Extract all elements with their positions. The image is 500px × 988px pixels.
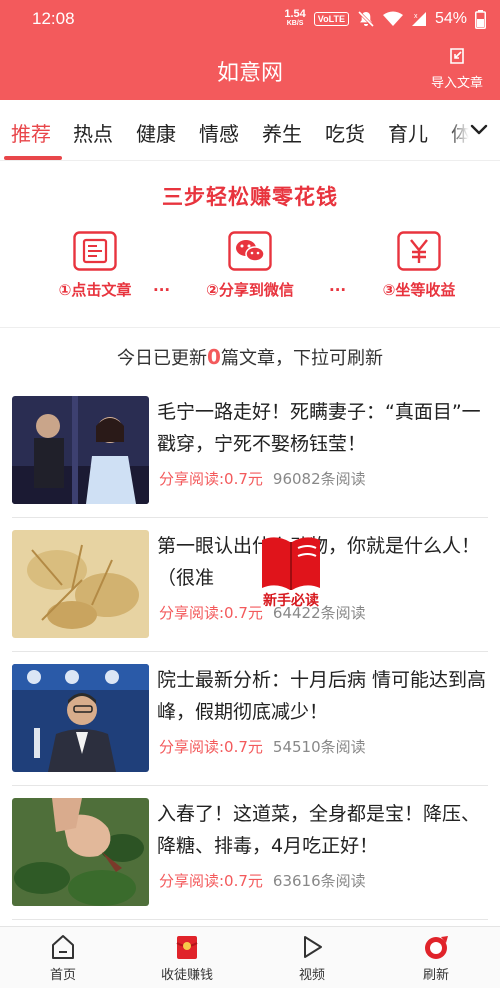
tab-foodie[interactable]: 吃货 bbox=[325, 118, 365, 147]
step-click-article: ①点击文章 bbox=[20, 231, 170, 300]
status-bar: 12:08 1.54 KB/S VoLTE x 54% bbox=[0, 0, 500, 38]
bottom-navigation: 首页 收徒赚钱 视频 刷新 bbox=[0, 926, 500, 988]
article-title: 入春了！这道菜，全身都是宝！降压、降糖、排毒，4月吃正好！ bbox=[157, 803, 481, 857]
wifi-icon bbox=[382, 11, 403, 26]
battery-percent: 54% bbox=[434, 10, 467, 27]
step-2-label: ②分享到微信 bbox=[206, 281, 294, 299]
nav-home-label: 首页 bbox=[49, 968, 76, 983]
article-item[interactable]: 入春了！这道菜，全身都是宝！降压、降糖、排毒，4月吃正好！ 分享阅读:0.7元 6… bbox=[0, 788, 500, 920]
app-title: 如意网 bbox=[216, 61, 283, 86]
network-speed: 1.54 KB/S bbox=[284, 8, 306, 28]
article-thumbnail bbox=[12, 664, 149, 772]
step-separator: ··· bbox=[153, 281, 171, 299]
divider bbox=[12, 651, 488, 652]
play-icon bbox=[304, 936, 322, 958]
nav-home[interactable]: 首页 bbox=[13, 933, 113, 983]
article-item[interactable]: 院士最新分析：十月后病 情可能达到高峰，假期彻底减少！ 分享阅读:0.7元 545… bbox=[0, 654, 500, 786]
nav-refresh-label: 刷新 bbox=[422, 968, 449, 983]
chevron-down-icon[interactable] bbox=[468, 118, 490, 140]
update-notice: 今日已更新0篇文章，下拉可刷新 bbox=[0, 328, 500, 386]
home-icon bbox=[52, 935, 74, 959]
network-speed-unit: KB/S bbox=[286, 20, 304, 27]
network-speed-value: 1.54 bbox=[284, 8, 306, 20]
book-icon bbox=[262, 537, 320, 590]
article-title: 院士最新分析：十月后病 情可能达到高峰，假期彻底减少！ bbox=[157, 669, 487, 723]
tab-recommend[interactable]: 推荐 bbox=[11, 118, 51, 147]
tab-wellness[interactable]: 养生 bbox=[262, 118, 302, 147]
article-item[interactable]: 第一眼认出什么动物，你就是什么人！（很准 分享阅读:0.7元 64422条阅读 bbox=[0, 520, 500, 652]
import-article-button[interactable]: 导入文章 bbox=[426, 46, 488, 91]
volte-icon: VoLTE bbox=[313, 12, 349, 26]
promo-title: 三步轻松赚零花钱 bbox=[162, 185, 338, 209]
update-count: 0 bbox=[207, 345, 221, 369]
newbie-guide-badge[interactable]: 新手必读 bbox=[254, 530, 328, 610]
article-thumbnail bbox=[12, 396, 149, 504]
nav-video-label: 视频 bbox=[298, 968, 325, 983]
update-notice-suffix: 篇文章，下拉可刷新 bbox=[220, 348, 383, 369]
red-envelope-icon bbox=[176, 936, 198, 959]
article-pay: 分享阅读:0.7元 bbox=[159, 470, 263, 488]
signal-icon: x bbox=[411, 12, 426, 26]
mute-icon bbox=[357, 10, 375, 28]
category-tabs: 推荐 热点 健康 情感 养生 吃货 育儿 体 bbox=[0, 100, 500, 160]
step-1-label: ①点击文章 bbox=[58, 281, 132, 299]
article-reads: 54510条阅读 bbox=[272, 738, 366, 756]
article-pay: 分享阅读:0.7元 bbox=[159, 738, 263, 756]
step-share-wechat: ②分享到微信 bbox=[175, 231, 325, 300]
article-meta: 分享阅读:0.7元 63616条阅读 bbox=[159, 870, 366, 891]
nav-refresh[interactable]: 刷新 bbox=[386, 933, 486, 983]
newbie-guide-label: 新手必读 bbox=[263, 593, 319, 609]
article-reads: 63616条阅读 bbox=[272, 872, 366, 890]
nav-video[interactable]: 视频 bbox=[262, 933, 362, 983]
clock: 12:08 bbox=[32, 9, 75, 28]
nav-recruit-earn-label: 收徒赚钱 bbox=[160, 968, 213, 983]
article-thumbnail bbox=[12, 798, 149, 906]
step-earn: ③坐等收益 bbox=[344, 231, 494, 300]
import-article-label: 导入文章 bbox=[430, 76, 483, 91]
import-icon bbox=[450, 48, 464, 64]
divider bbox=[12, 517, 488, 518]
step-3-label: ③坐等收益 bbox=[382, 281, 456, 299]
nav-recruit-earn[interactable]: 收徒赚钱 bbox=[137, 933, 237, 983]
article-meta: 分享阅读:0.7元 54510条阅读 bbox=[159, 736, 366, 757]
article-reads: 96082条阅读 bbox=[272, 470, 366, 488]
article-item[interactable]: 毛宁一路走好！死瞒妻子：“真面目”一戳穿，宁死不娶杨钰莹！ 分享阅读:0.7元 9… bbox=[0, 386, 500, 518]
wechat-icon bbox=[228, 231, 272, 271]
yen-icon bbox=[397, 231, 441, 271]
tab-parenting[interactable]: 育儿 bbox=[388, 118, 428, 147]
divider bbox=[12, 785, 488, 786]
app-header: 如意网 导入文章 bbox=[0, 38, 500, 100]
article-pay: 分享阅读:0.7元 bbox=[159, 872, 263, 890]
article-pay: 分享阅读:0.7元 bbox=[159, 604, 263, 622]
article-meta: 分享阅读:0.7元 96082条阅读 bbox=[159, 468, 366, 489]
tab-hot[interactable]: 热点 bbox=[73, 118, 113, 147]
tab-emotion[interactable]: 情感 bbox=[199, 118, 239, 147]
svg-text:x: x bbox=[414, 13, 418, 20]
promo-banner: 三步轻松赚零花钱 ①点击文章 ··· ②分享到微信 ··· ③坐等收益 bbox=[0, 160, 500, 328]
app-screen: 12:08 1.54 KB/S VoLTE x 54% 如意网 导入文章 推荐 … bbox=[0, 0, 500, 988]
article-thumbnail bbox=[12, 530, 149, 638]
update-notice-prefix: 今日已更新 bbox=[117, 348, 208, 369]
article-title: 毛宁一路走好！死瞒妻子：“真面目”一戳穿，宁死不娶杨钰莹！ bbox=[157, 401, 481, 455]
tab-health[interactable]: 健康 bbox=[136, 118, 176, 147]
refresh-icon bbox=[425, 936, 448, 959]
article-icon bbox=[73, 231, 117, 271]
battery-icon bbox=[475, 9, 486, 29]
divider bbox=[12, 919, 488, 920]
